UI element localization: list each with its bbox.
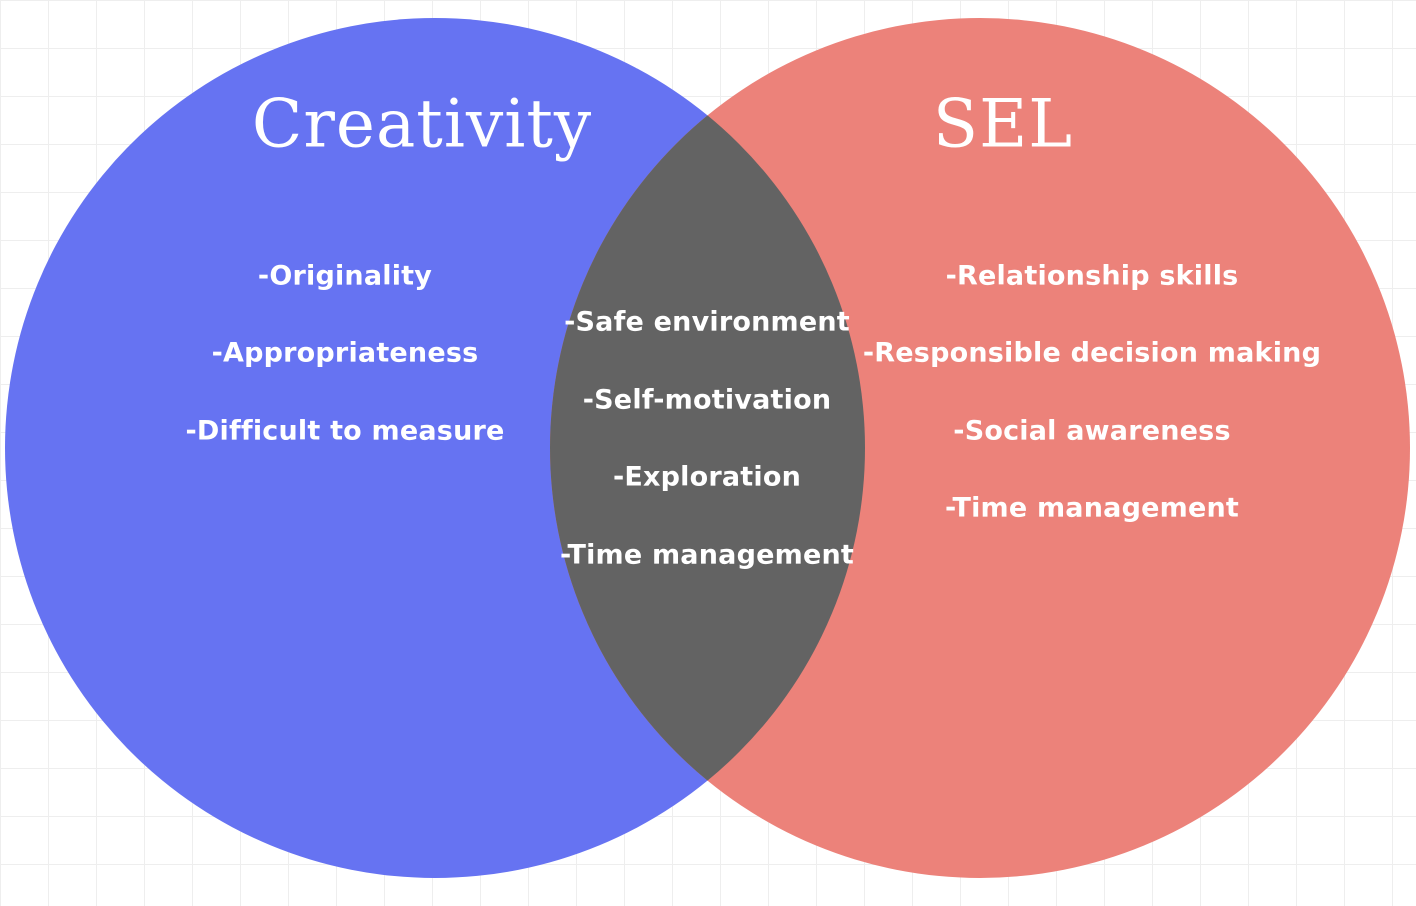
overlap-item: -Safe environment: [564, 306, 850, 338]
sel-item: -Social awareness: [953, 415, 1231, 447]
creativity-item: -Appropriateness: [211, 337, 479, 369]
overlap-item: -Time management: [560, 539, 854, 571]
overlap-item: -Self-motivation: [582, 384, 832, 416]
venn-diagram: [5, 18, 1410, 878]
sel-item: -Relationship skills: [945, 260, 1239, 292]
overlap-item: -Exploration: [612, 461, 802, 493]
sel-item: -Time management: [945, 492, 1239, 524]
sel-item: -Responsible decision making: [862, 337, 1322, 369]
creativity-title: Creativity: [251, 85, 593, 163]
creativity-item: -Difficult to measure: [185, 415, 505, 447]
sel-title: SEL: [932, 85, 1074, 163]
creativity-item: -Originality: [257, 260, 433, 292]
